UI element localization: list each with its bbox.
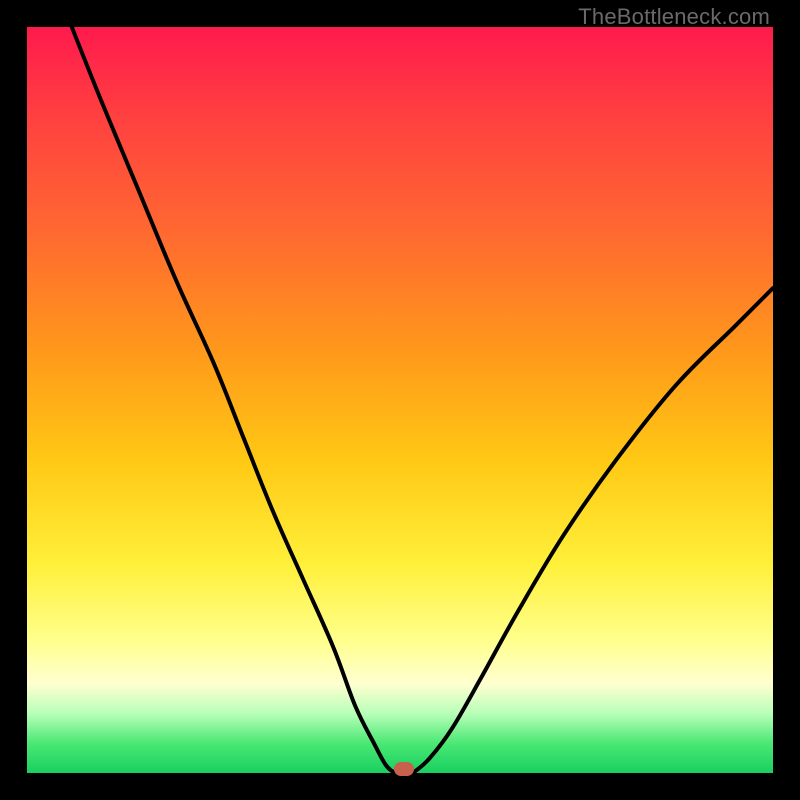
minimum-marker (394, 762, 414, 776)
curve-path (72, 27, 773, 772)
chart-frame: TheBottleneck.com (0, 0, 800, 800)
plot-area (27, 27, 773, 773)
bottleneck-curve (27, 27, 773, 773)
